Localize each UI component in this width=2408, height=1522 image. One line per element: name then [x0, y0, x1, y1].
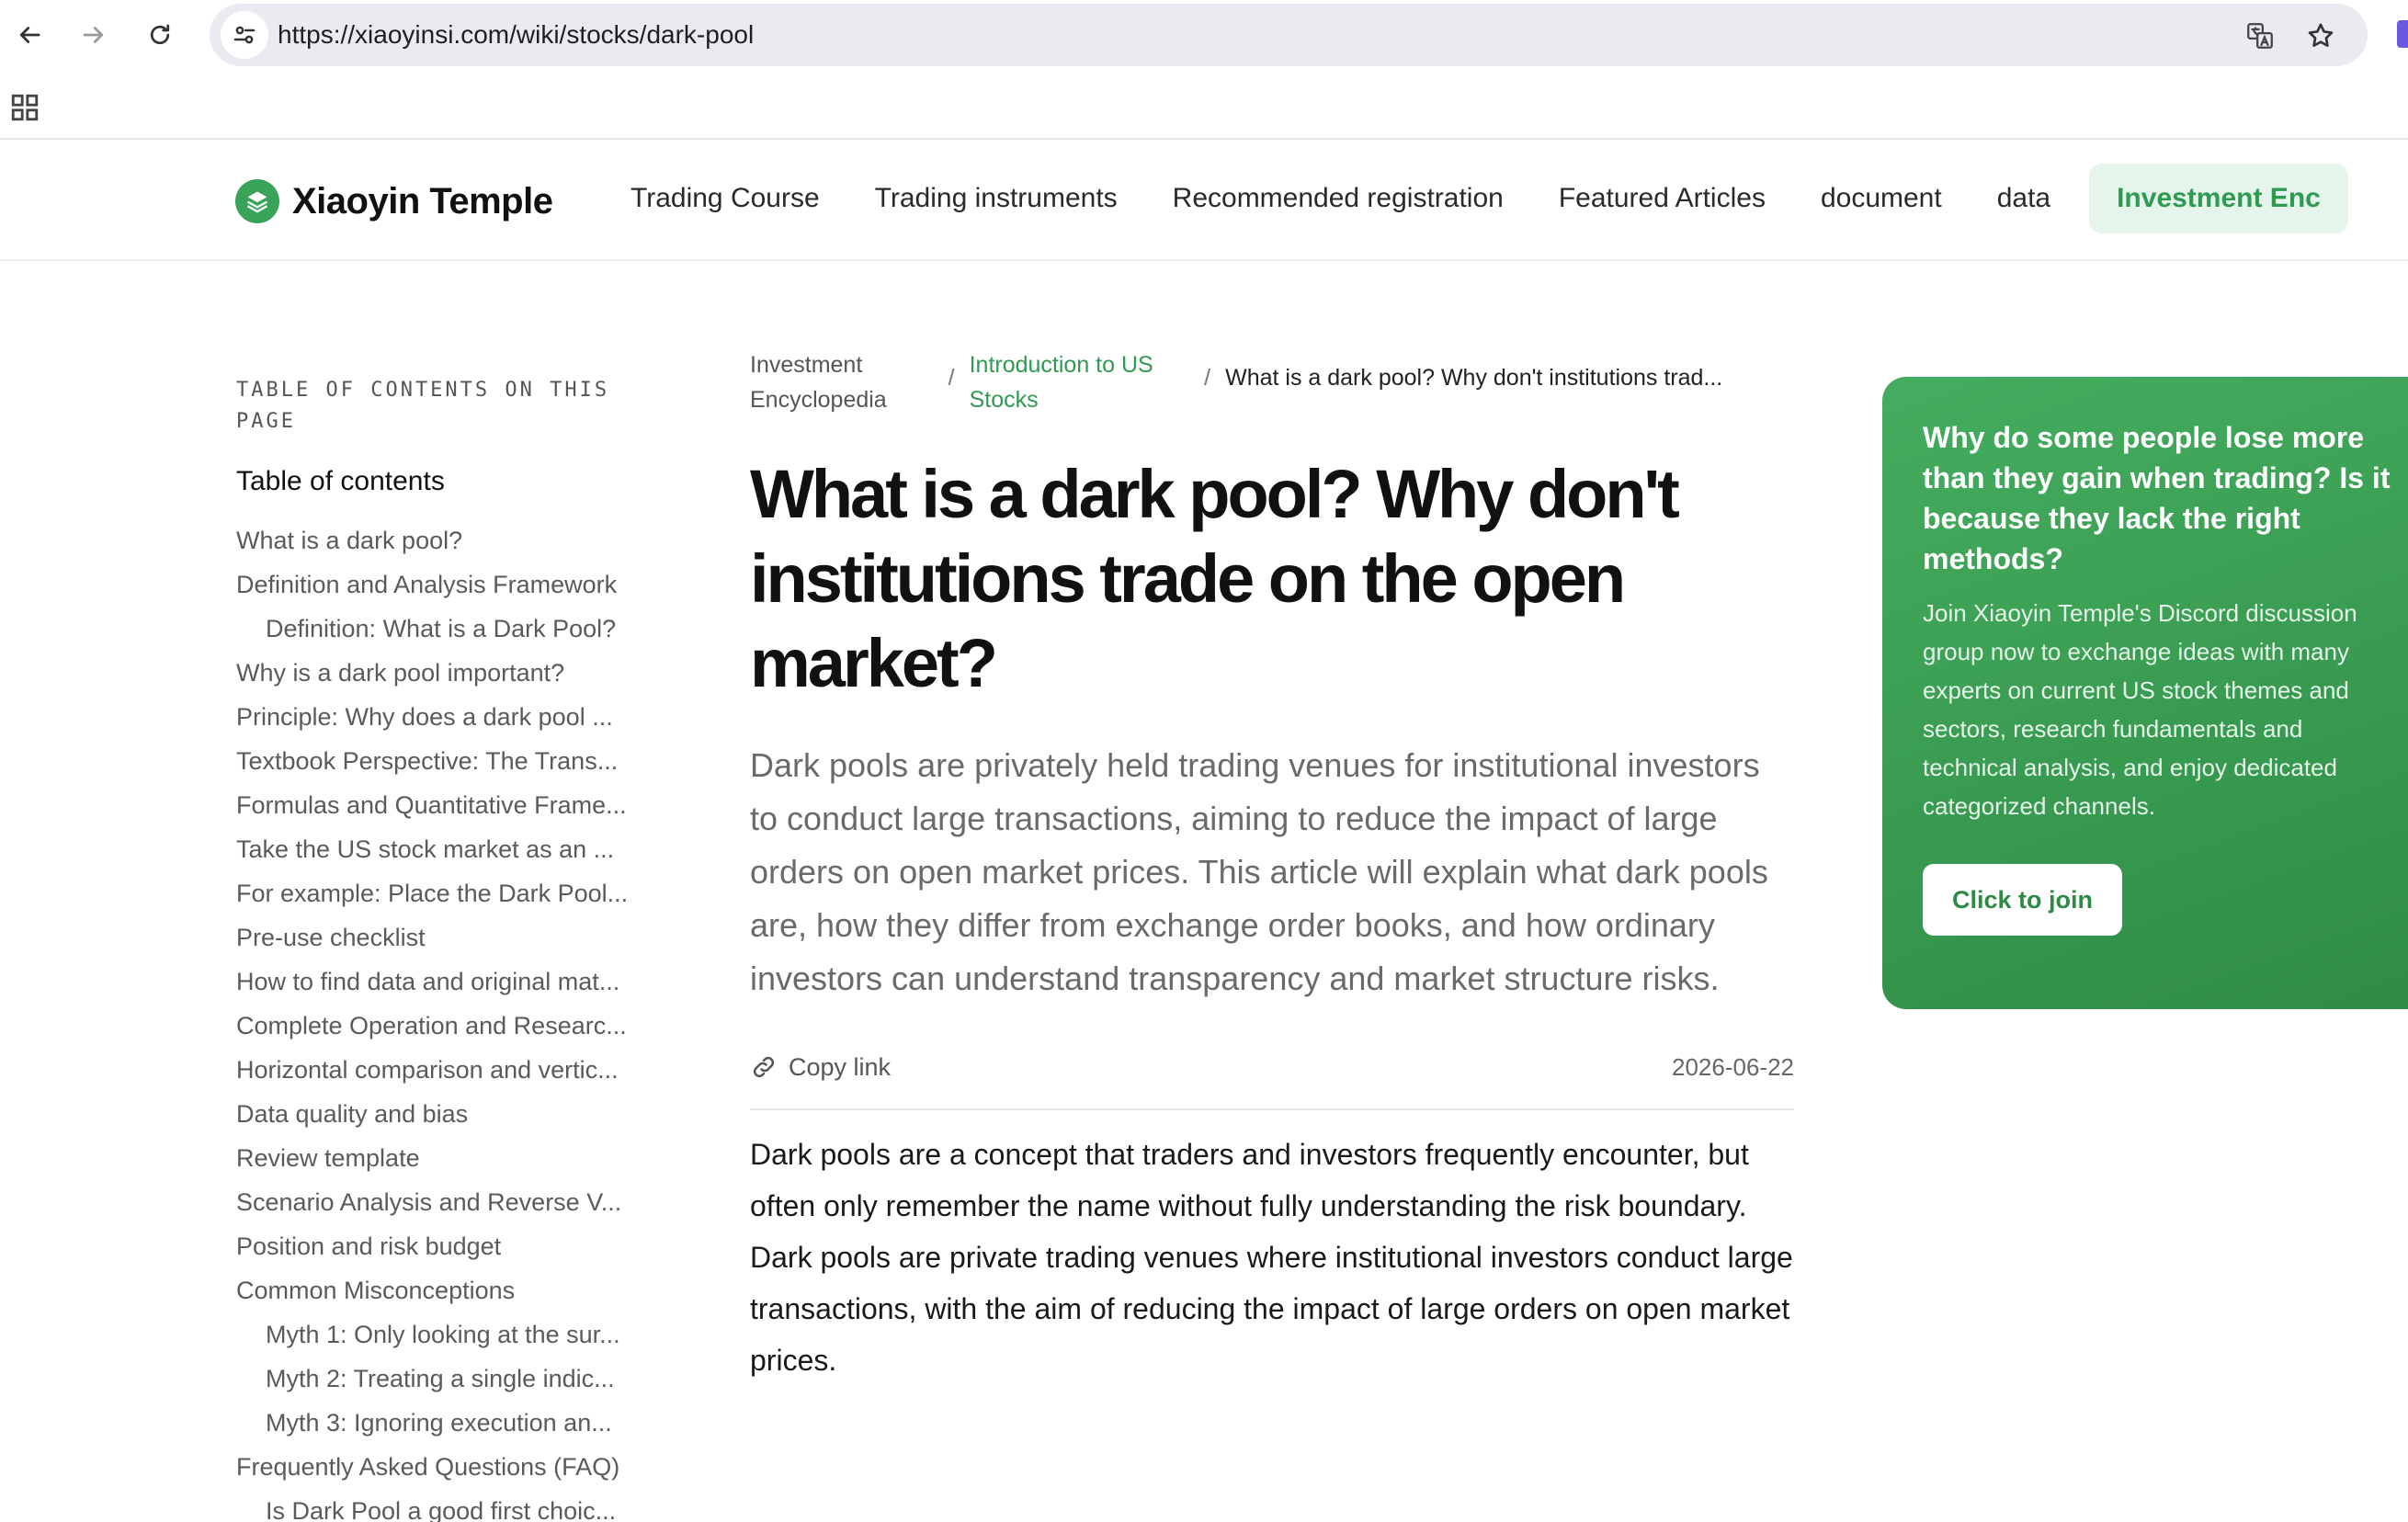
toc-item[interactable]: Position and risk budget	[236, 1224, 668, 1268]
table-of-contents: TABLE OF CONTENTS ON THIS PAGE Table of …	[236, 375, 668, 1522]
breadcrumb-separator: /	[948, 365, 955, 391]
site-name: Xiaoyin Temple	[292, 180, 553, 221]
site-logo[interactable]: Xiaoyin Temple	[235, 178, 553, 224]
nav-trading-course[interactable]: Trading Course	[603, 164, 847, 233]
star-icon	[2308, 23, 2334, 47]
toc-item[interactable]: Scenario Analysis and Reverse V...	[236, 1180, 668, 1224]
url-text[interactable]: https://xiaoyinsi.com/wiki/stocks/dark-p…	[278, 20, 754, 50]
article: Investment Encyclopedia / Introduction t…	[750, 347, 1794, 1386]
back-button[interactable]	[7, 13, 51, 57]
copy-link-label: Copy link	[789, 1052, 892, 1081]
translate-icon	[2247, 23, 2273, 49]
breadcrumb-current-page: What is a dark pool? Why don't instituti…	[1225, 365, 1723, 391]
breadcrumb-investment-encyclopedia[interactable]: Investment Encyclopedia	[750, 347, 934, 417]
site-header: Xiaoyin Temple Trading Course Trading in…	[0, 140, 2408, 261]
toc-item[interactable]: How to find data and original mat...	[236, 960, 668, 1004]
article-title: What is a dark pool? Why don't instituti…	[750, 456, 1680, 701]
link-icon	[753, 1056, 775, 1078]
article-meta: Copy link 2026-06-22	[750, 1044, 1794, 1090]
article-body-paragraph: Dark pools are a concept that traders an…	[750, 1138, 1793, 1377]
toc-item[interactable]: Review template	[236, 1136, 668, 1180]
toc-list: What is a dark pool? Definition and Analy…	[236, 518, 668, 1522]
toc-item[interactable]: Definition and Analysis Framework	[236, 562, 668, 607]
toc-item[interactable]: Formulas and Quantitative Frame...	[236, 783, 668, 827]
breadcrumb-introduction-us-stocks[interactable]: Introduction to US Stocks	[970, 347, 1190, 417]
discord-promo-card: Why do some people lose more than they g…	[1882, 377, 2408, 1009]
nav-data[interactable]: data	[1970, 164, 2078, 233]
toc-item[interactable]: Take the US stock market as an ...	[236, 827, 668, 871]
forward-button[interactable]	[72, 13, 116, 57]
toc-item[interactable]: Common Misconceptions	[236, 1268, 668, 1312]
toc-item[interactable]: Is Dark Pool a good first choic...	[236, 1489, 668, 1522]
toc-item[interactable]: Frequently Asked Questions (FAQ)	[236, 1445, 668, 1489]
divider	[750, 1108, 1794, 1110]
nav-investment-encyclopedia[interactable]: Investment Enc	[2089, 164, 2348, 233]
reload-button[interactable]	[138, 13, 182, 57]
publish-date: 2026-06-22	[1672, 1052, 1794, 1081]
nav-trading-instruments[interactable]: Trading instruments	[847, 164, 1145, 233]
nav-recommended-registration[interactable]: Recommended registration	[1145, 164, 1531, 233]
layers-icon	[235, 179, 279, 223]
toc-item[interactable]: What is a dark pool?	[236, 518, 668, 562]
toc-item[interactable]: Myth 3: Ignoring execution an...	[236, 1401, 668, 1445]
toc-item[interactable]: Data quality and bias	[236, 1092, 668, 1136]
toc-item[interactable]: Myth 2: Treating a single indic...	[236, 1357, 668, 1401]
arrow-left-icon	[19, 27, 40, 43]
nav-featured-articles[interactable]: Featured Articles	[1531, 164, 1793, 233]
extension-icon[interactable]	[2397, 20, 2408, 48]
arrow-right-icon	[83, 27, 104, 43]
join-button[interactable]: Click to join	[1923, 864, 2123, 936]
reload-icon	[150, 24, 170, 45]
site-info-button[interactable]	[221, 11, 268, 59]
main-nav: Trading Course Trading instruments Recom…	[603, 164, 2348, 233]
breadcrumb: Investment Encyclopedia / Introduction t…	[750, 347, 1794, 417]
apps-grid-icon	[11, 94, 39, 121]
browser-chrome: https://xiaoyinsi.com/wiki/stocks/dark-p…	[0, 0, 2408, 140]
toc-item[interactable]: Why is a dark pool important?	[236, 651, 668, 695]
toc-item[interactable]: Textbook Perspective: The Trans...	[236, 739, 668, 783]
toc-kicker: TABLE OF CONTENTS ON THIS PAGE	[236, 379, 610, 433]
nav-document[interactable]: document	[1793, 164, 1970, 233]
promo-description: Join Xiaoyin Temple's Discord discussion…	[1923, 599, 2357, 820]
promo-title: Why do some people lose more than they g…	[1923, 421, 2391, 575]
toc-item[interactable]: Pre-use checklist	[236, 915, 668, 960]
breadcrumb-separator: /	[1204, 365, 1211, 391]
bookmark-star-button[interactable]	[2303, 18, 2338, 53]
toc-item[interactable]: Principle: Why does a dark pool ...	[236, 695, 668, 739]
toc-title: Table of contents	[236, 466, 445, 496]
translate-button[interactable]	[2243, 18, 2277, 53]
article-summary: Dark pools are privately held trading ve…	[750, 746, 1768, 997]
toc-item[interactable]: For example: Place the Dark Pool...	[236, 871, 668, 915]
apps-button[interactable]	[9, 92, 40, 123]
toc-item[interactable]: Complete Operation and Researc...	[236, 1004, 668, 1048]
toc-item[interactable]: Myth 1: Only looking at the sur...	[236, 1312, 668, 1357]
address-bar[interactable]: https://xiaoyinsi.com/wiki/stocks/dark-p…	[210, 4, 2368, 66]
tune-icon	[233, 26, 256, 44]
toc-item[interactable]: Horizontal comparison and vertic...	[236, 1048, 668, 1092]
copy-link-button[interactable]: Copy link	[750, 1053, 891, 1082]
toc-item[interactable]: Definition: What is a Dark Pool?	[236, 607, 668, 651]
